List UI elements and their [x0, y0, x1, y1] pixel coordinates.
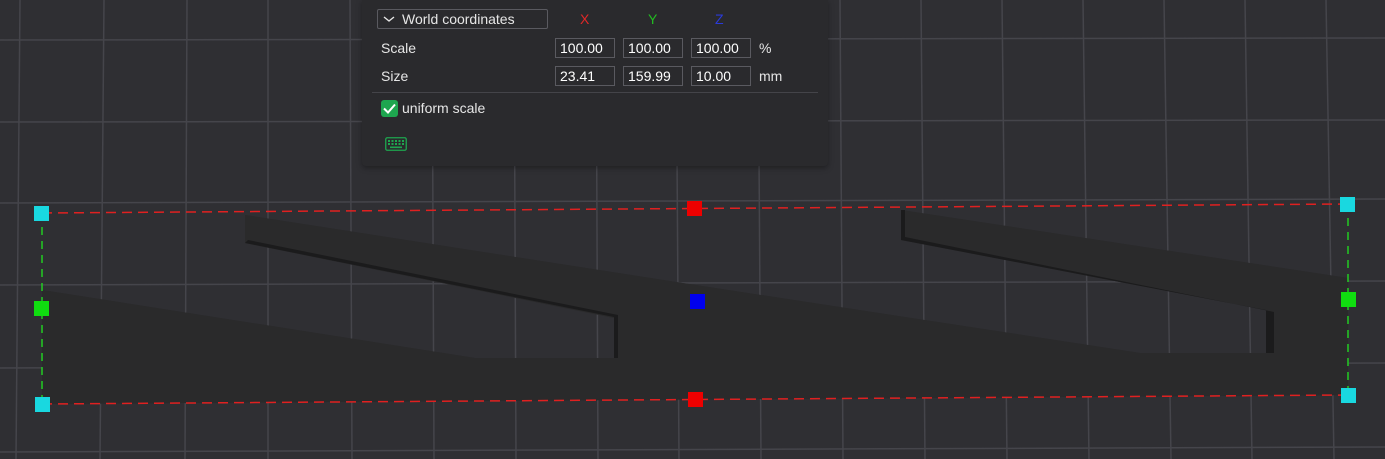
x-handle-bottom[interactable]	[688, 392, 703, 407]
uniform-scale-checkbox[interactable]	[381, 100, 398, 117]
coordinate-system-label: World coordinates	[402, 11, 515, 27]
size-row-label: Size	[381, 68, 409, 84]
scale-z-input[interactable]	[691, 38, 751, 58]
axis-z-header: Z	[715, 11, 724, 27]
z-handle-center[interactable]	[690, 294, 705, 309]
y-handle-right[interactable]	[1341, 292, 1356, 307]
checkmark-icon	[383, 103, 396, 114]
panel-divider	[372, 92, 818, 93]
size-x-input[interactable]	[555, 66, 615, 86]
x-handle-top[interactable]	[687, 201, 702, 216]
corner-handle-top-right[interactable]	[1340, 197, 1355, 212]
corner-handle-bottom-right[interactable]	[1341, 388, 1356, 403]
scale-panel: World coordinates X Y Z Scale % Size mm …	[362, 0, 828, 166]
corner-handle-bottom-left[interactable]	[35, 397, 50, 412]
axis-y-header: Y	[648, 11, 658, 27]
coordinate-system-dropdown[interactable]: World coordinates	[377, 9, 548, 29]
size-y-input[interactable]	[623, 66, 683, 86]
chevron-down-icon	[383, 16, 395, 22]
scale-y-input[interactable]	[623, 38, 683, 58]
size-z-input[interactable]	[691, 66, 751, 86]
scale-row-label: Scale	[381, 40, 417, 56]
uniform-scale-label: uniform scale	[402, 100, 486, 116]
keyboard-icon[interactable]	[385, 137, 407, 151]
scale-x-input[interactable]	[555, 38, 615, 58]
axis-x-header: X	[580, 11, 590, 27]
scale-unit: %	[759, 40, 772, 56]
corner-handle-top-left[interactable]	[34, 206, 49, 221]
y-handle-left[interactable]	[34, 301, 49, 316]
size-unit: mm	[759, 68, 783, 84]
